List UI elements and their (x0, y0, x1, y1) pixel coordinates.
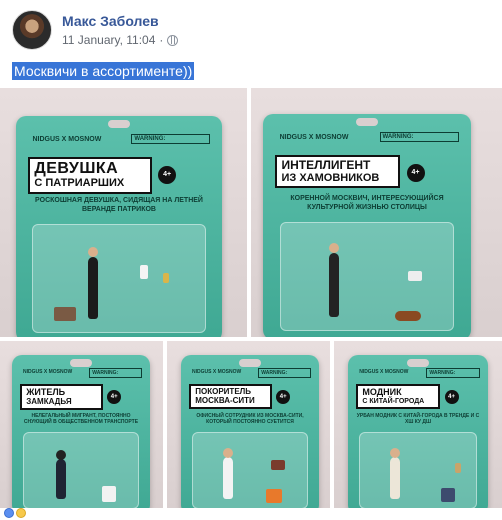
prop-hat (408, 270, 423, 281)
hang-hole (239, 359, 261, 367)
age-badge: 4+ (107, 390, 122, 405)
blister (192, 431, 308, 508)
like-reaction-icon[interactable] (4, 508, 14, 518)
photo-3[interactable]: NIDGUS X MOSNOW WARNING: ЖИТЕЛЬ ЗАМКАДЬЯ… (0, 341, 163, 508)
age-badge: 4+ (444, 390, 459, 405)
hang-hole (407, 359, 429, 367)
figure (222, 447, 233, 499)
blister (32, 224, 206, 333)
brand-label: NIDGUS X MOSNOW (23, 369, 73, 376)
author-avatar[interactable] (12, 10, 52, 50)
globe-icon[interactable] (167, 34, 179, 46)
figure (390, 447, 401, 499)
hang-hole (70, 359, 92, 367)
title-box: МОДНИК С КИТАЙ-ГОРОДА (356, 383, 441, 410)
figure-head (88, 247, 99, 258)
reactions-bar[interactable] (4, 508, 26, 518)
hang-hole (356, 118, 378, 126)
warning-label: WARNING: (131, 134, 210, 145)
brand-label: NIDGUS X MOSNOW (32, 136, 102, 144)
photo-1[interactable]: NIDGUS X MOSNOW WARNING: ДЕВУШКА С ПАТРИ… (0, 88, 247, 337)
post-meta: Макс Заболев 11 January, 11:04 · (62, 13, 179, 47)
post-timestamp-row: 11 January, 11:04 · (62, 33, 179, 47)
package-description: ОФИСНЫЙ СОТРУДНИК ИЗ МОСКВА-СИТИ, КОТОРЫ… (196, 412, 304, 425)
warning-label: WARNING: (379, 132, 459, 143)
package-title: ИНТЕЛЛИГЕНТ (281, 157, 371, 172)
age-badge: 4+ (406, 163, 425, 182)
brand-label: NIDGUS X MOSNOW (279, 134, 349, 142)
package-subtitle: ЗАМКАДЬЯ (26, 396, 72, 406)
post-header: Макс Заболев 11 January, 11:04 · (12, 10, 179, 50)
prop-jacket (265, 489, 282, 504)
package-description: НЕЛЕГАЛЬНЫЙ МИГРАНТ, ПОСТОЯННО СНУЮЩИЙ В… (23, 412, 139, 425)
prop-bag (53, 307, 76, 322)
figure (328, 243, 339, 318)
title-box: ЖИТЕЛЬ ЗАМКАДЬЯ (20, 383, 104, 411)
brand-label: NIDGUS X MOSNOW (192, 369, 242, 376)
prop-phone (139, 264, 148, 279)
post-caption: Москвичи в ассортименте)) (12, 62, 195, 80)
package-title: МОДНИК (362, 386, 402, 397)
warning-label: WARNING: (258, 367, 311, 378)
package-description: КОРЕННОЙ МОСКВИЧ, ИНТЕРЕСУЮЩИЙСЯ КУЛЬТУР… (290, 195, 444, 211)
package-description: УРБАН МОДНИК С КИТАЙ-ГОРОДА В ТРЕНДЕ И С… (356, 412, 480, 425)
warning-label: WARNING: (426, 367, 480, 378)
package-subtitle: ИЗ ХАМОВНИКОВ (281, 171, 380, 184)
package-subtitle: С КИТАЙ-ГОРОДА (362, 397, 425, 405)
laugh-reaction-icon[interactable] (16, 508, 26, 518)
title-box: ДЕВУШКА С ПАТРИАРШИХ (28, 156, 152, 194)
photo-4[interactable]: NIDGUS X MOSNOW WARNING: ПОКОРИТЕЛЬ МОСК… (167, 341, 330, 508)
toy-package-5: NIDGUS X MOSNOW WARNING: МОДНИК С КИТАЙ-… (348, 355, 488, 508)
hang-hole (108, 120, 130, 128)
age-badge: 4+ (158, 165, 177, 184)
figure-head (390, 447, 401, 458)
brand-label: NIDGUS X MOSNOW (359, 369, 409, 376)
blister (279, 222, 455, 331)
figure-head (328, 243, 339, 254)
photo-5[interactable]: NIDGUS X MOSNOW WARNING: МОДНИК С КИТАЙ-… (334, 341, 502, 508)
age-badge: 4+ (276, 390, 291, 405)
prop-bag (270, 460, 285, 471)
toy-package-2: NIDGUS X MOSNOW WARNING: ИНТЕЛЛИГЕНТ ИЗ … (263, 114, 471, 337)
toy-package-3: NIDGUS X MOSNOW WARNING: ЖИТЕЛЬ ЗАМКАДЬЯ… (12, 355, 150, 508)
blister (359, 431, 477, 508)
facebook-post: Макс Заболев 11 January, 11:04 · Москвич… (0, 0, 502, 520)
author-name[interactable]: Макс Заболев (62, 13, 178, 29)
warning-label: WARNING: (89, 367, 142, 378)
package-title: ДЕВУШКА (34, 159, 119, 177)
package-subtitle: С ПАТРИАРШИХ (34, 177, 125, 190)
figure-head (55, 449, 66, 460)
prop-bag (101, 485, 116, 502)
photo-grid: NIDGUS X MOSNOW WARNING: ДЕВУШКА С ПАТРИ… (0, 88, 502, 508)
figure (88, 247, 99, 320)
title-box: ПОКОРИТЕЛЬ МОСКВА-СИТИ (189, 383, 273, 410)
figure (55, 449, 66, 499)
prop-dog (394, 311, 421, 322)
toy-package-1: NIDGUS X MOSNOW WARNING: ДЕВУШКА С ПАТРИ… (16, 116, 222, 337)
prop-drink (163, 272, 170, 283)
photo-2[interactable]: NIDGUS X MOSNOW WARNING: ИНТЕЛЛИГЕНТ ИЗ … (251, 88, 502, 337)
figure-head (222, 447, 233, 458)
toy-package-4: NIDGUS X MOSNOW WARNING: ПОКОРИТЕЛЬ МОСК… (181, 355, 319, 508)
meta-separator: · (159, 33, 164, 47)
package-description: РОСКОШНАЯ ДЕВУШКА, СИДЯЩАЯ НА ЛЕТНЕЙ ВЕР… (35, 197, 203, 213)
blister (23, 431, 139, 508)
prop-backpack (441, 487, 456, 502)
prop-coffee (455, 463, 461, 474)
title-box: ИНТЕЛЛИГЕНТ ИЗ ХАМОВНИКОВ (275, 154, 401, 188)
package-subtitle: МОСКВА-СИТИ (195, 395, 255, 405)
post-timestamp[interactable]: 11 January, 11:04 (62, 33, 155, 47)
